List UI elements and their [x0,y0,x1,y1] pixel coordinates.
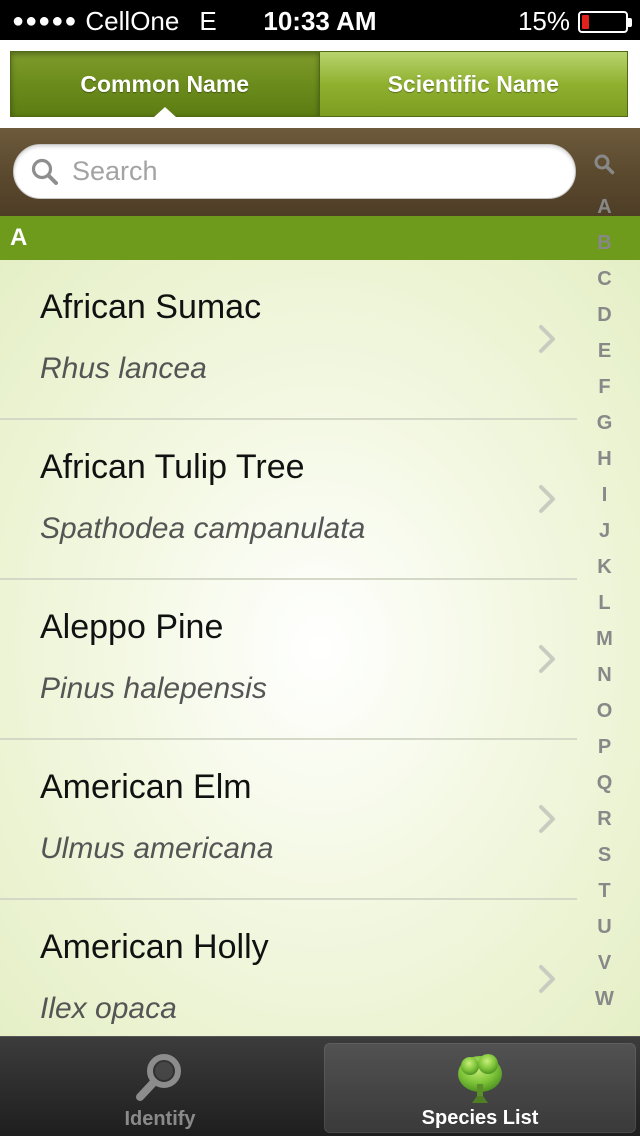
tab-identify[interactable]: Identify [4,1043,316,1133]
search-icon [31,158,58,185]
index-letter-j[interactable]: J [577,513,632,549]
species-list: African Sumac Rhus lancea African Tulip … [0,260,640,1036]
name-type-segmented-control: Common Name Scientific Name [10,51,628,117]
scientific-name: Ulmus americana [40,832,274,865]
index-letter-f[interactable]: F [577,369,632,405]
scientific-name-label: Scientific Name [387,70,559,97]
chevron-right-icon [539,965,555,993]
list-item[interactable]: Aleppo Pine Pinus halepensis [0,580,577,740]
battery-icon [578,10,632,33]
index-letter-o[interactable]: O [577,693,632,729]
search-field[interactable] [13,144,576,199]
tab-identify-label: Identify [124,1108,196,1130]
tab-species-list[interactable]: Species List [324,1043,636,1133]
common-name: African Tulip Tree [40,448,305,486]
common-name: African Sumac [40,288,262,326]
chevron-right-icon [539,485,555,513]
common-name-segment[interactable]: Common Name [11,52,319,117]
tab-species-list-label: Species List [421,1107,539,1129]
common-name: Aleppo Pine [40,608,224,646]
index-letter-s[interactable]: S [577,837,632,873]
index-letter-q[interactable]: Q [577,765,632,801]
common-name: American Elm [40,768,252,806]
index-letter-m[interactable]: M [577,621,632,657]
index-letter-r[interactable]: R [577,801,632,837]
index-letter-n[interactable]: N [577,657,632,693]
battery-percent: 15% [517,6,570,36]
list-item[interactable]: American Holly Ilex opaca [0,900,577,1036]
magnifier-icon [136,1054,181,1101]
alphabet-index[interactable]: ABCDEFGHIJKLMNOPQRSTUVW [577,145,632,1015]
chevron-right-icon [539,805,555,833]
index-letter-l[interactable]: L [577,585,632,621]
list-item[interactable]: American Elm Ulmus americana [0,740,577,900]
index-letter-a[interactable]: A [577,189,632,225]
scientific-name: Rhus lancea [40,352,207,385]
list-item[interactable]: African Tulip Tree Spathodea campanulata [0,420,577,580]
scientific-name-segment[interactable]: Scientific Name [318,52,627,116]
index-letter-c[interactable]: C [577,261,632,297]
chevron-right-icon [539,325,555,353]
index-letter-p[interactable]: P [577,729,632,765]
list-item[interactable]: African Sumac Rhus lancea [0,260,577,420]
search-input[interactable] [72,156,532,187]
scientific-name: Pinus halepensis [40,672,267,705]
battery-level [582,14,589,29]
segment-area: Common Name Scientific Name [0,40,640,128]
index-letter-u[interactable]: U [577,909,632,945]
chevron-right-icon [539,645,555,673]
search-icon[interactable] [593,153,615,175]
common-name-label: Common Name [80,70,250,97]
index-letters: ABCDEFGHIJKLMNOPQRSTUVW [577,189,632,1017]
tab-bar: Identify Species List [0,1036,640,1136]
status-bar: ●●●●● CellOne E 10:33 AM 15% [0,0,640,40]
scientific-name: Spathodea campanulata [40,512,366,545]
index-letter-h[interactable]: H [577,441,632,477]
index-letter-g[interactable]: G [577,405,632,441]
status-right: 15% [517,6,632,37]
index-letter-d[interactable]: D [577,297,632,333]
scientific-name: Ilex opaca [40,992,177,1025]
selection-notch-icon [153,107,176,117]
tree-icon [458,1054,502,1103]
index-letter-k[interactable]: K [577,549,632,585]
index-letter-w[interactable]: W [577,981,632,1017]
common-name: American Holly [40,928,269,966]
index-letter-t[interactable]: T [577,873,632,909]
section-header-a: A [0,216,640,260]
index-letter-i[interactable]: I [577,477,632,513]
index-letter-b[interactable]: B [577,225,632,261]
index-letter-e[interactable]: E [577,333,632,369]
search-bar [0,128,640,216]
index-letter-v[interactable]: V [577,945,632,981]
